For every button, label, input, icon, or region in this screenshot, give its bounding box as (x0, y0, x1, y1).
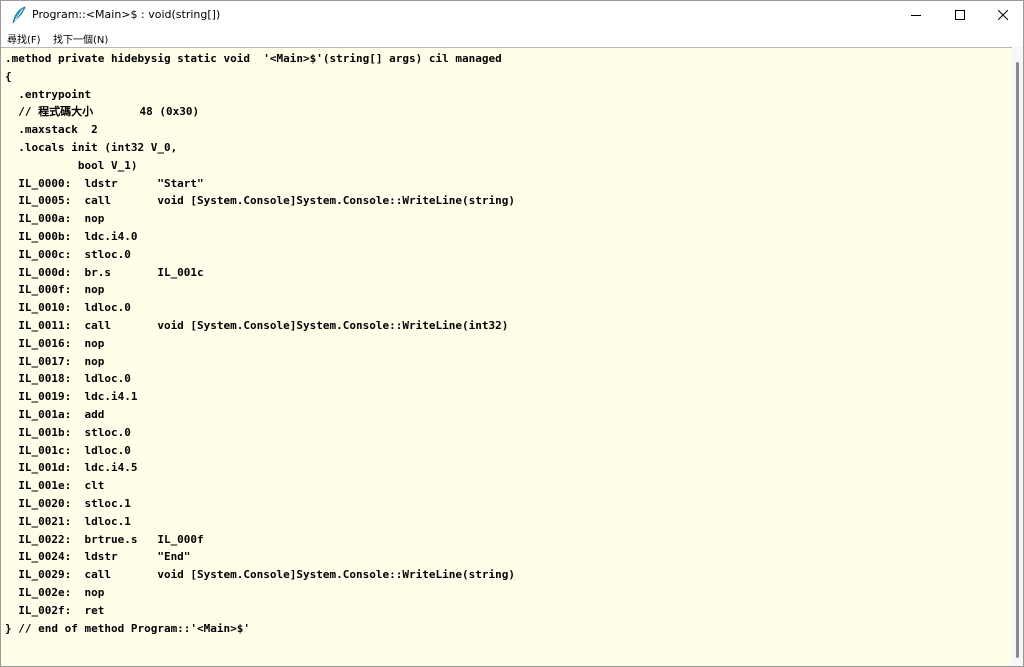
code-line: IL_0018: ldloc.0 (5, 372, 131, 386)
close-icon (998, 10, 1008, 20)
code-line: IL_0005: call void [System.Console]Syste… (5, 194, 515, 208)
code-line: IL_000c: stloc.0 (5, 247, 131, 261)
code-line: IL_0029: call void [System.Console]Syste… (5, 568, 515, 582)
code-line: .maxstack 2 (5, 123, 98, 137)
code-line: IL_000d: br.s IL_001c (5, 265, 204, 279)
code-line: IL_0019: ldc.i4.1 (5, 390, 138, 404)
code-line: } // end of method Program::'<Main>$' (5, 621, 251, 635)
code-line: .entrypoint (5, 87, 92, 101)
code-line: IL_0024: ldstr "End" (5, 550, 191, 564)
maximize-button[interactable] (938, 1, 982, 30)
code-line: IL_002f: ret (5, 603, 105, 617)
code-line: IL_001c: ldloc.0 (5, 443, 131, 457)
code-line: { (5, 69, 12, 83)
title-bar[interactable]: Program::<Main>$ : void(string[]) (1, 1, 1023, 30)
code-line: IL_0020: stloc.1 (5, 496, 131, 510)
code-line: IL_001e: clt (5, 479, 105, 493)
code-line: IL_0021: ldloc.1 (5, 514, 131, 528)
code-line: IL_000f: nop (5, 283, 105, 297)
close-button[interactable] (981, 1, 1023, 30)
code-line: .locals init (int32 V_0, (5, 140, 178, 154)
code-line: IL_0010: ldloc.0 (5, 301, 131, 315)
menu-bar: 尋找(F) 找下一個(N) (1, 30, 1023, 46)
feather-quill-icon (10, 6, 28, 24)
il-code-view[interactable]: .method private hidebysig static void '<… (1, 47, 1012, 666)
maximize-icon (955, 10, 965, 20)
code-line: // 程式碼大小 48 (0x30) (5, 105, 200, 119)
code-line: .method private hidebysig static void '<… (5, 52, 502, 65)
code-line: IL_0000: ldstr "Start" (5, 176, 204, 190)
code-line: IL_0016: nop (5, 336, 105, 350)
code-line: IL_000b: ldc.i4.0 (5, 229, 138, 243)
minimize-icon (911, 15, 921, 16)
code-line: IL_0017: nop (5, 354, 105, 368)
code-line: IL_000a: nop (5, 212, 105, 226)
code-line: IL_002e: nop (5, 585, 105, 599)
code-line: IL_001b: stloc.0 (5, 425, 131, 439)
menu-find[interactable]: 尋找(F) (7, 31, 41, 46)
window-title: Program::<Main>$ : void(string[]) (32, 8, 221, 21)
code-line: IL_001d: ldc.i4.5 (5, 461, 138, 475)
menu-find-next[interactable]: 找下一個(N) (53, 31, 108, 46)
ildasm-method-window: Program::<Main>$ : void(string[]) 尋找(F) … (0, 0, 1024, 667)
scrollbar-thumb[interactable] (1016, 62, 1019, 658)
code-line: bool V_1) (5, 158, 138, 172)
minimize-button[interactable] (894, 1, 938, 30)
vertical-scrollbar[interactable] (1012, 47, 1023, 666)
code-line: IL_0022: brtrue.s IL_000f (5, 532, 204, 546)
code-line: IL_0011: call void [System.Console]Syste… (5, 318, 509, 332)
code-line: IL_001a: add (5, 407, 105, 421)
il-code-text: .method private hidebysig static void '<… (5, 50, 515, 637)
